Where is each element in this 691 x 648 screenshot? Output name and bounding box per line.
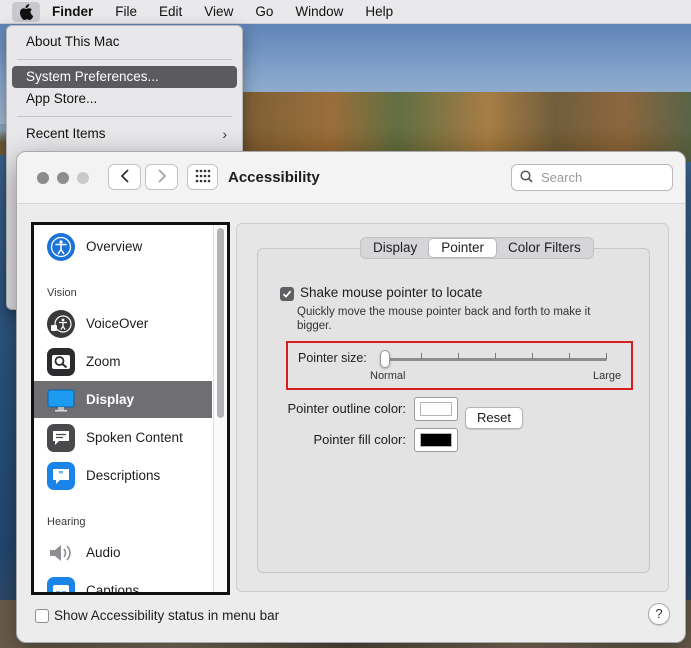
pointer-tab-content: Display Pointer Color Filters Shake mous…	[257, 237, 650, 573]
help-button[interactable]: ?	[648, 603, 670, 625]
menu-edit[interactable]: Edit	[159, 4, 182, 19]
shake-pointer-checkbox[interactable]	[280, 287, 294, 301]
pointer-size-slider-knob[interactable]	[380, 350, 390, 368]
menu-item-about[interactable]: About This Mac	[12, 31, 237, 53]
sidebar-item-zoom[interactable]: Zoom	[34, 343, 212, 380]
slider-tick	[495, 353, 496, 359]
menu-item-app-store[interactable]: App Store...	[12, 88, 237, 110]
accessibility-window: Accessibility Search Overview Vision Voi…	[16, 151, 686, 643]
speech-bubble-icon	[47, 423, 75, 452]
slider-tick	[606, 353, 607, 359]
display-monitor-icon	[47, 386, 75, 414]
captions-icon	[47, 576, 75, 592]
sidebar-item-voiceover[interactable]: VoiceOver	[34, 305, 212, 342]
sidebar-label-voiceover: VoiceOver	[86, 316, 149, 331]
close-button[interactable]	[37, 172, 49, 184]
tab-pointer[interactable]: Pointer	[428, 238, 498, 258]
pointer-outline-color-well[interactable]	[414, 397, 458, 421]
sidebar-label-audio: Audio	[86, 545, 121, 560]
menu-item-system-preferences[interactable]: System Preferences...	[12, 66, 237, 88]
pointer-size-max-label: Large	[593, 370, 622, 382]
slider-tick	[569, 353, 570, 359]
chevron-right-icon	[157, 168, 167, 186]
pointer-outline-color-swatch	[420, 402, 452, 416]
sidebar-item-overview[interactable]: Overview	[34, 228, 212, 265]
chevron-left-icon	[120, 168, 130, 186]
sidebar-item-spoken-content[interactable]: Spoken Content	[34, 419, 212, 456]
settings-panel: Display Pointer Color Filters Shake mous…	[236, 223, 669, 592]
reset-colors-button[interactable]: Reset	[465, 407, 523, 429]
tab-bar: Display Pointer Color Filters	[360, 237, 594, 259]
menu-separator	[17, 59, 232, 60]
search-field[interactable]: Search	[511, 164, 673, 191]
shake-pointer-description: Quickly move the mouse pointer back and …	[297, 306, 591, 332]
slider-tick	[458, 353, 459, 359]
sidebar-item-captions[interactable]: Captions	[34, 572, 212, 595]
menu-go[interactable]: Go	[255, 4, 273, 19]
sidebar-item-display[interactable]: Display	[34, 381, 212, 418]
menu-separator	[17, 116, 232, 117]
show-status-checkbox[interactable]	[35, 609, 49, 623]
sidebar-header-vision: Vision	[47, 287, 77, 299]
window-title: Accessibility	[228, 169, 320, 186]
menu-file[interactable]: File	[115, 4, 137, 19]
menu-finder[interactable]: Finder	[52, 4, 93, 19]
sidebar-item-audio[interactable]: Audio	[34, 534, 212, 571]
shake-pointer-label: Shake mouse pointer to locate	[300, 285, 483, 300]
sidebar-label-captions: Captions	[86, 583, 140, 595]
zoom-button[interactable]	[77, 172, 89, 184]
speaker-icon	[47, 539, 75, 567]
search-placeholder: Search	[541, 170, 583, 185]
sidebar-header-hearing: Hearing	[47, 516, 86, 528]
slider-tick	[421, 353, 422, 359]
back-button[interactable]	[108, 164, 141, 190]
menu-item-recent-items[interactable]: Recent Items ›	[12, 123, 237, 145]
minimize-button[interactable]	[57, 172, 69, 184]
sidebar-label-descriptions: Descriptions	[86, 468, 161, 483]
accessibility-icon	[47, 232, 75, 261]
pointer-fill-color-well[interactable]	[414, 428, 458, 452]
menu-view[interactable]: View	[204, 4, 233, 19]
sidebar-scrollbar[interactable]	[217, 228, 224, 418]
menu-help[interactable]: Help	[365, 4, 393, 19]
pointer-size-highlight: Pointer size: Normal Large	[286, 341, 633, 390]
menu-window[interactable]: Window	[295, 4, 343, 19]
pointer-fill-color-swatch	[420, 433, 452, 447]
title-bar: Accessibility Search	[17, 152, 685, 204]
pointer-fill-color-label: Pointer fill color:	[313, 432, 406, 447]
slider-tick	[532, 353, 533, 359]
sidebar-item-descriptions[interactable]: " Descriptions	[34, 457, 212, 494]
show-status-label: Show Accessibility status in menu bar	[54, 608, 280, 623]
pointer-outline-color-label: Pointer outline color:	[287, 401, 406, 416]
sidebar-label-zoom: Zoom	[86, 354, 121, 369]
grid-icon	[195, 169, 211, 186]
quote-bubble-icon: "	[47, 461, 75, 490]
recent-items-label: Recent Items	[26, 126, 106, 141]
pointer-size-min-label: Normal	[370, 370, 406, 382]
sidebar[interactable]: Overview Vision VoiceOver Zoom Display S…	[31, 222, 230, 595]
forward-button[interactable]	[145, 164, 178, 190]
tab-display[interactable]: Display	[361, 238, 429, 258]
checkmark-icon	[282, 290, 292, 298]
sidebar-label-spoken-content: Spoken Content	[86, 430, 183, 445]
apple-logo-icon[interactable]	[12, 1, 40, 22]
voiceover-icon	[47, 309, 75, 338]
sidebar-label-display: Display	[86, 392, 135, 407]
show-all-button[interactable]	[187, 164, 218, 190]
pointer-size-label: Pointer size:	[298, 351, 367, 365]
menu-bar: Finder File Edit View Go Window Help	[0, 0, 691, 24]
svg-text:": "	[59, 470, 64, 481]
tab-color-filters[interactable]: Color Filters	[496, 238, 593, 258]
search-icon	[520, 169, 541, 186]
zoom-magnifier-icon	[47, 347, 75, 376]
chevron-right-icon: ›	[222, 126, 227, 142]
sidebar-label-overview: Overview	[86, 239, 143, 254]
